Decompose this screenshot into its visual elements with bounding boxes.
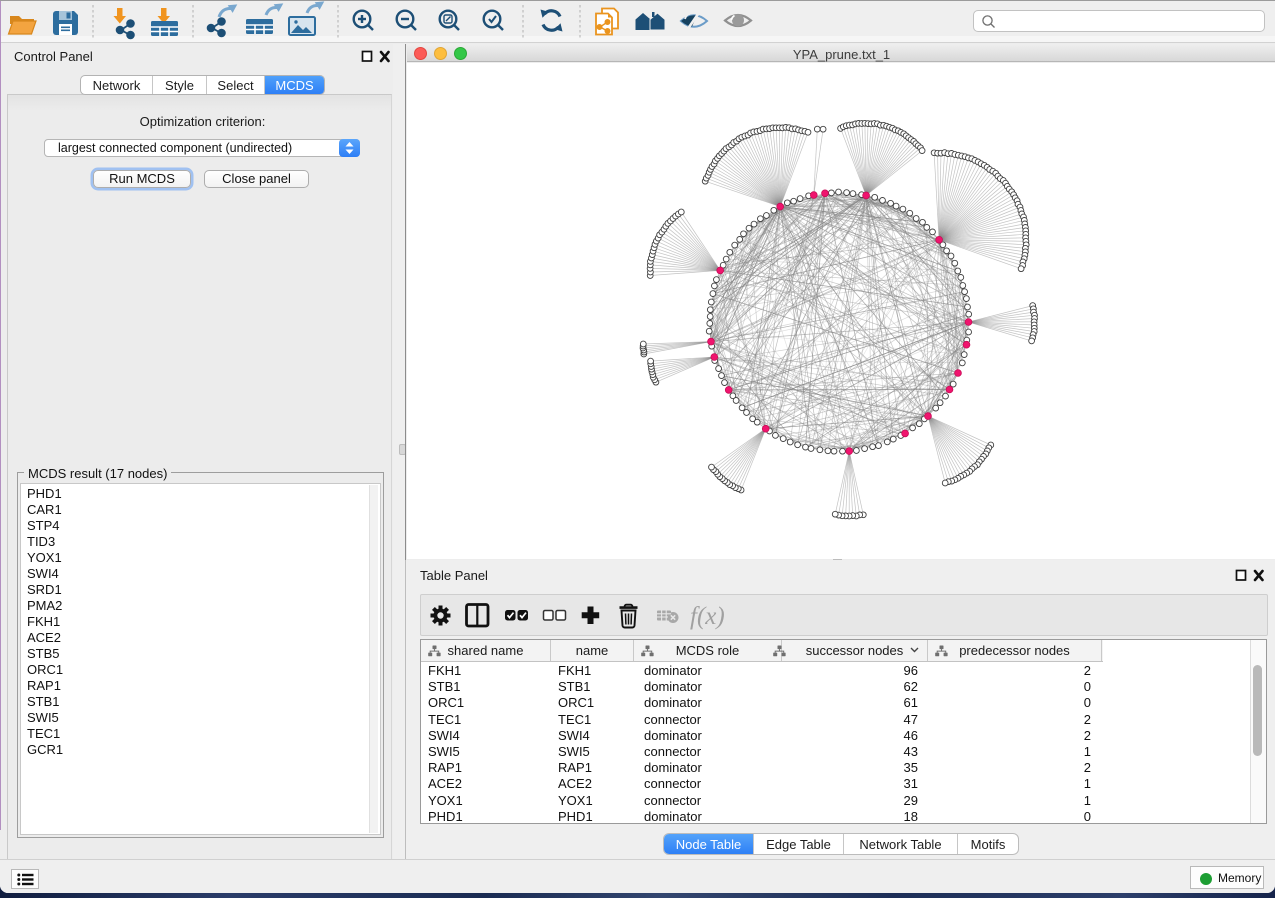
svg-text:f(x): f(x) — [690, 603, 725, 630]
